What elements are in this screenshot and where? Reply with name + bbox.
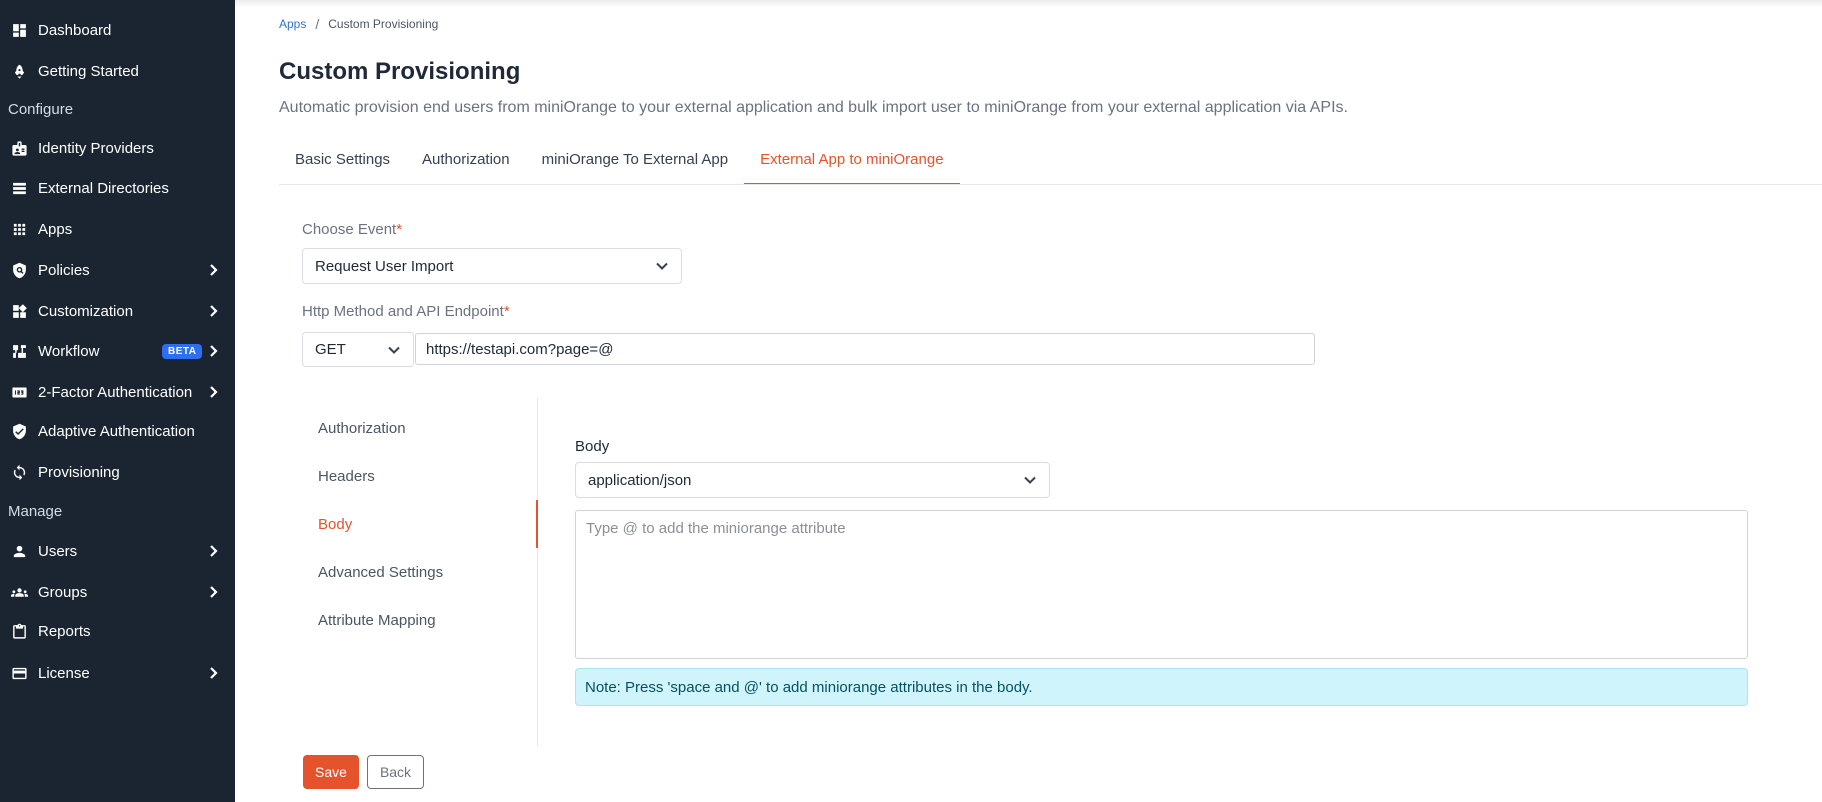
- sidebar-item-label: Policies: [38, 261, 90, 279]
- sidebar-item-users[interactable]: Users: [0, 534, 235, 568]
- sidebar-item-label: License: [38, 664, 90, 682]
- chevron-right-icon: [205, 343, 221, 359]
- sidebar-item-label: Reports: [38, 622, 91, 640]
- sidebar-item-2fa[interactable]: 2-Factor Authentication: [0, 375, 235, 409]
- http-method-label: Http Method and API Endpoint*: [302, 303, 510, 320]
- chevron-right-icon: [205, 543, 221, 559]
- sync-icon: [10, 463, 28, 481]
- rocket-icon: [10, 62, 28, 80]
- subnav-advanced-settings[interactable]: Advanced Settings: [301, 548, 538, 596]
- tab-basic-settings[interactable]: Basic Settings: [279, 143, 406, 185]
- back-button[interactable]: Back: [367, 755, 424, 789]
- tab-external-app-to-miniorange[interactable]: External App to miniOrange: [744, 143, 960, 185]
- shield-check-icon: [10, 422, 28, 440]
- chevron-down-icon: [387, 343, 401, 357]
- content-type-value: application/json: [588, 471, 692, 489]
- grid-icon: [10, 220, 28, 238]
- sidebar-item-adaptive-authentication[interactable]: Adaptive Authentication: [0, 414, 235, 448]
- sidebar-item-label: Apps: [38, 220, 73, 238]
- sidebar-item-label: 2-Factor Authentication: [38, 383, 193, 401]
- choose-event-value: Request User Import: [315, 257, 454, 275]
- sidebar-item-label: Getting Started: [38, 62, 139, 80]
- chevron-down-icon: [655, 259, 669, 273]
- breadcrumb: Apps / Custom Provisioning: [279, 16, 438, 32]
- beta-badge: BETA: [162, 344, 203, 359]
- subnav-body[interactable]: Body: [301, 500, 538, 548]
- sidebar-item-workflow[interactable]: Workflow BETA: [0, 334, 235, 368]
- top-shadow: [235, 0, 1822, 8]
- list-icon: [10, 179, 28, 197]
- page-title: Custom Provisioning: [279, 58, 521, 85]
- subnav-attribute-mapping[interactable]: Attribute Mapping: [301, 596, 538, 644]
- sidebar-item-identity-providers[interactable]: Identity Providers: [0, 131, 235, 165]
- breadcrumb-apps-link[interactable]: Apps: [279, 17, 306, 31]
- sidebar-item-label: Users: [38, 542, 78, 560]
- page-description: Automatic provision end users from miniO…: [279, 99, 1348, 116]
- sidebar-item-external-directories[interactable]: External Directories: [0, 171, 235, 205]
- sidebar-item-license[interactable]: License: [0, 656, 235, 690]
- body-note-alert: Note: Press 'space and @' to add miniora…: [575, 668, 1748, 706]
- card-icon: [10, 664, 28, 682]
- subnav-headers[interactable]: Headers: [301, 452, 538, 500]
- chevron-right-icon: [205, 584, 221, 600]
- dashboard-icon: [10, 21, 28, 39]
- body-label: Body: [575, 438, 610, 455]
- sidebar-item-label: Dashboard: [38, 21, 112, 39]
- sidebar-item-policies[interactable]: Policies: [0, 253, 235, 287]
- section-label-manage: Manage: [8, 503, 63, 520]
- clipboard-icon: [10, 622, 28, 640]
- workflow-icon: [10, 342, 28, 360]
- required-mark: *: [396, 221, 403, 238]
- groups-icon: [10, 583, 28, 601]
- breadcrumb-separator: /: [315, 16, 320, 32]
- http-method-label-text: Http Method and API Endpoint: [302, 303, 504, 320]
- user-icon: [10, 542, 28, 560]
- save-button[interactable]: Save: [303, 755, 359, 789]
- sidebar-item-apps[interactable]: Apps: [0, 212, 235, 246]
- sidebar-item-provisioning[interactable]: Provisioning: [0, 455, 235, 489]
- main-content: Apps / Custom Provisioning Custom Provis…: [235, 0, 1822, 802]
- required-mark: *: [503, 303, 510, 320]
- subnav-authorization[interactable]: Authorization: [301, 404, 538, 452]
- sidebar-item-label: Identity Providers: [38, 139, 154, 157]
- sidebar-item-label: External Directories: [38, 179, 169, 197]
- chevron-right-icon: [205, 665, 221, 681]
- shield-search-icon: [10, 261, 28, 279]
- breadcrumb-current: Custom Provisioning: [328, 17, 439, 31]
- widgets-icon: [10, 302, 28, 320]
- sidebar-item-label: Provisioning: [38, 463, 120, 481]
- tabs-divider: [279, 184, 1822, 185]
- tab-bar: Basic Settings Authorization miniOrange …: [279, 143, 960, 185]
- chevron-right-icon: [205, 262, 221, 278]
- http-method-select[interactable]: GET: [302, 332, 414, 367]
- sidebar-item-reports[interactable]: Reports: [0, 614, 235, 648]
- choose-event-label-text: Choose Event: [302, 221, 397, 238]
- http-method-value: GET: [315, 341, 346, 358]
- sidebar-item-label: Groups: [38, 583, 88, 601]
- sidebar-item-label: Adaptive Authentication: [38, 422, 195, 440]
- tab-authorization[interactable]: Authorization: [406, 143, 526, 185]
- tab-miniorange-to-external-app[interactable]: miniOrange To External App: [526, 143, 745, 185]
- body-config-subnav: Authorization Headers Body Advanced Sett…: [301, 398, 538, 746]
- chevron-down-icon: [1023, 473, 1037, 487]
- content-type-select[interactable]: application/json: [575, 462, 1050, 498]
- api-endpoint-input[interactable]: [415, 333, 1315, 365]
- sidebar-item-getting-started[interactable]: Getting Started: [0, 54, 235, 88]
- sidebar-item-dashboard[interactable]: Dashboard: [0, 13, 235, 47]
- choose-event-select[interactable]: Request User Import: [302, 248, 682, 284]
- id-badge-icon: [10, 139, 28, 157]
- sidebar-item-label: Customization: [38, 302, 134, 320]
- sidebar-item-label: Workflow: [38, 342, 100, 360]
- sidebar: Dashboard Getting Started Configure Iden…: [0, 0, 235, 802]
- chevron-right-icon: [205, 303, 221, 319]
- numeric-123-icon: [10, 383, 28, 401]
- choose-event-label: Choose Event*: [302, 221, 402, 238]
- section-label-configure: Configure: [8, 101, 74, 118]
- sidebar-item-groups[interactable]: Groups: [0, 575, 235, 609]
- body-textarea[interactable]: [575, 510, 1748, 659]
- chevron-right-icon: [205, 384, 221, 400]
- sidebar-item-customization[interactable]: Customization: [0, 294, 235, 328]
